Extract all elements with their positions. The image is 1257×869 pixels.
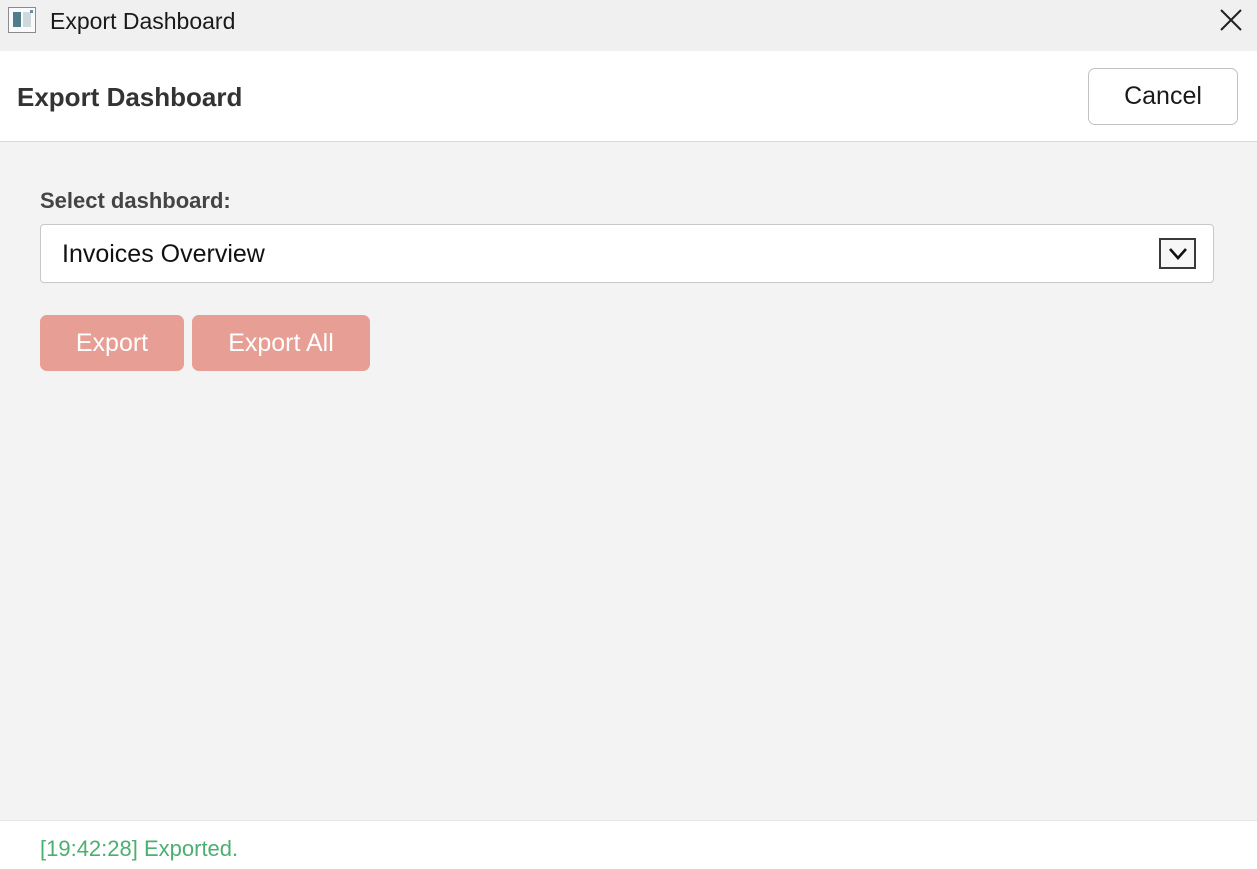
export-dashboard-window: Export Dashboard Export Dashboard Cancel… — [0, 0, 1257, 869]
chevron-down-icon — [1169, 248, 1187, 260]
app-window-icon — [8, 7, 36, 33]
dialog-header: Export Dashboard Cancel — [0, 51, 1257, 142]
window-title: Export Dashboard — [50, 8, 236, 34]
close-icon — [1220, 9, 1242, 31]
title-bar: Export Dashboard — [0, 0, 1257, 51]
dropdown-button[interactable] — [1159, 238, 1196, 269]
status-message: [19:42:28] Exported. — [40, 836, 239, 861]
dashboard-select-value: Invoices Overview — [62, 240, 265, 268]
export-button[interactable]: Export — [40, 315, 184, 371]
dashboard-select[interactable]: Invoices Overview — [40, 224, 1214, 283]
close-button[interactable] — [1205, 0, 1257, 40]
page-title: Export Dashboard — [17, 82, 243, 112]
cancel-button[interactable]: Cancel — [1088, 68, 1238, 125]
status-bar: [19:42:28] Exported. — [0, 820, 1257, 869]
select-dashboard-label: Select dashboard: — [40, 188, 231, 213]
export-all-button[interactable]: Export All — [192, 315, 370, 371]
